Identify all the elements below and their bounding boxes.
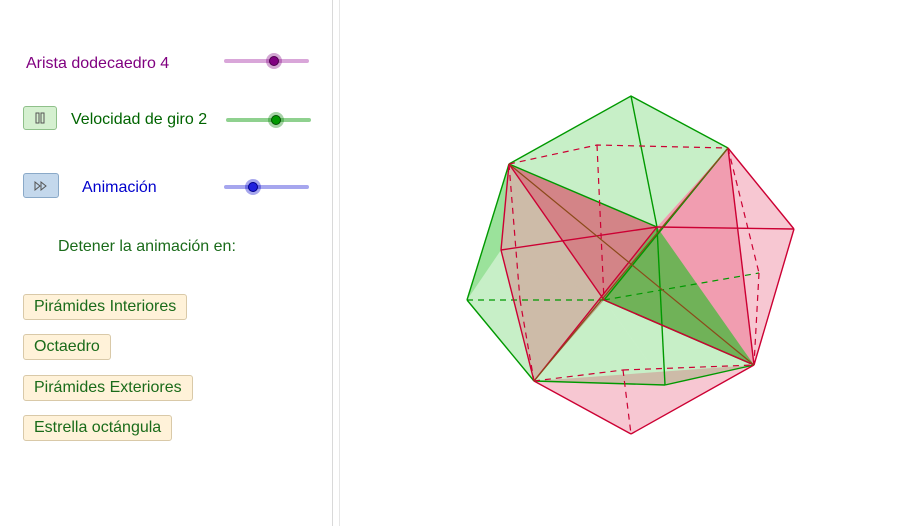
speed-slider-label: Velocidad de giro 2: [71, 111, 208, 128]
outer-pyramids-button[interactable]: Pirámides Exteriores: [23, 375, 193, 401]
graphics-view[interactable]: [340, 0, 898, 526]
speed-slider[interactable]: [226, 112, 311, 128]
edge-slider[interactable]: [224, 53, 309, 69]
stop-animation-heading: Detener la animación en:: [58, 238, 236, 255]
animation-slider-label: Animación: [82, 179, 157, 196]
edge-slider-label: Arista dodecaedro 4: [26, 55, 170, 72]
octangula-star-button[interactable]: Estrella octángula: [23, 415, 173, 441]
animation-play-button[interactable]: [23, 173, 59, 198]
animation-slider-knob[interactable]: [248, 182, 258, 192]
pause-icon: [35, 112, 45, 124]
animation-slider-track[interactable]: [224, 185, 309, 189]
animation-slider[interactable]: [224, 179, 309, 195]
algebra-panel: Arista dodecaedro 4 Velocidad de giro 2 …: [0, 0, 332, 526]
panel-divider[interactable]: [332, 0, 340, 526]
inner-pyramids-button[interactable]: Pirámides Interiores: [23, 294, 188, 320]
speed-slider-knob[interactable]: [271, 115, 281, 125]
edge-slider-knob[interactable]: [269, 56, 279, 66]
octahedron-button[interactable]: Octaedro: [23, 334, 111, 360]
play-icon: [34, 180, 47, 191]
speed-pause-button[interactable]: [23, 106, 57, 130]
polyhedron-drawing: [466, 95, 795, 435]
